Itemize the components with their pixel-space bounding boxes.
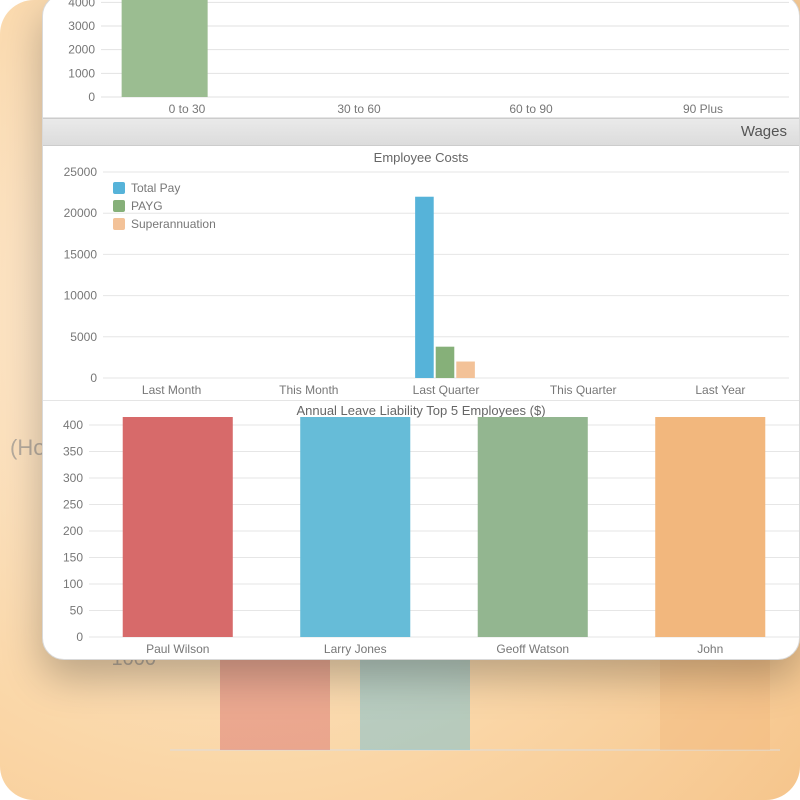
svg-text:100: 100 (63, 577, 83, 591)
svg-text:0 to 30: 0 to 30 (169, 102, 206, 116)
svg-text:0: 0 (90, 371, 97, 385)
svg-text:Last Year: Last Year (695, 383, 745, 397)
svg-text:90 Plus: 90 Plus (683, 102, 723, 116)
svg-text:Paul Wilson: Paul Wilson (146, 642, 209, 656)
svg-text:Larry Jones: Larry Jones (324, 642, 387, 656)
svg-text:Last Quarter: Last Quarter (413, 383, 480, 397)
chart-age-buckets: 0 1000 2000 3000 4000 0 to 30 30 to 60 60 to 90… (43, 0, 799, 118)
dashboard-panel: 010002000300040000 to 3030 to 6060 to 90… (42, 0, 800, 660)
svg-text:This Quarter: This Quarter (550, 383, 617, 397)
svg-text:Employee Costs: Employee Costs (374, 150, 469, 165)
section-header-label: Wages (741, 119, 787, 145)
svg-text:350: 350 (63, 445, 83, 459)
svg-text:200: 200 (63, 524, 83, 538)
svg-text:1000: 1000 (68, 66, 95, 80)
svg-text:60 to 90: 60 to 90 (509, 102, 553, 116)
svg-text:3000: 3000 (68, 19, 95, 33)
svg-text:Total Pay: Total Pay (131, 181, 180, 195)
svg-text:Superannuation: Superannuation (131, 217, 216, 231)
svg-text:Annual Leave Liability Top 5 E: Annual Leave Liability Top 5 Employees (… (296, 403, 545, 418)
svg-text:John: John (697, 642, 723, 656)
svg-text:20000: 20000 (64, 206, 98, 220)
svg-text:0: 0 (88, 90, 95, 104)
chart-employee-costs: Employee Costs 0 5000 10000 15000 20000 25000 L… (43, 146, 799, 401)
svg-text:0: 0 (76, 630, 83, 644)
svg-text:10000: 10000 (64, 289, 98, 303)
svg-text:4000: 4000 (68, 0, 95, 9)
svg-text:Geoff Watson: Geoff Watson (496, 642, 569, 656)
chart-annual-leave: Annual Leave Liability Top 5 Employees (… (43, 401, 799, 659)
svg-text:400: 400 (63, 418, 83, 432)
svg-text:50: 50 (70, 604, 84, 618)
svg-text:2000: 2000 (68, 43, 95, 57)
svg-text:150: 150 (63, 551, 83, 565)
svg-text:Last Month: Last Month (142, 383, 201, 397)
svg-text:5000: 5000 (70, 330, 97, 344)
svg-text:30 to 60: 30 to 60 (337, 102, 381, 116)
svg-text:PAYG: PAYG (131, 199, 163, 213)
svg-text:This Month: This Month (279, 383, 338, 397)
svg-text:300: 300 (63, 471, 83, 485)
svg-text:15000: 15000 (64, 247, 98, 261)
svg-text:250: 250 (63, 498, 83, 512)
svg-text:25000: 25000 (64, 165, 98, 179)
section-header-wages: Wages (43, 118, 799, 146)
